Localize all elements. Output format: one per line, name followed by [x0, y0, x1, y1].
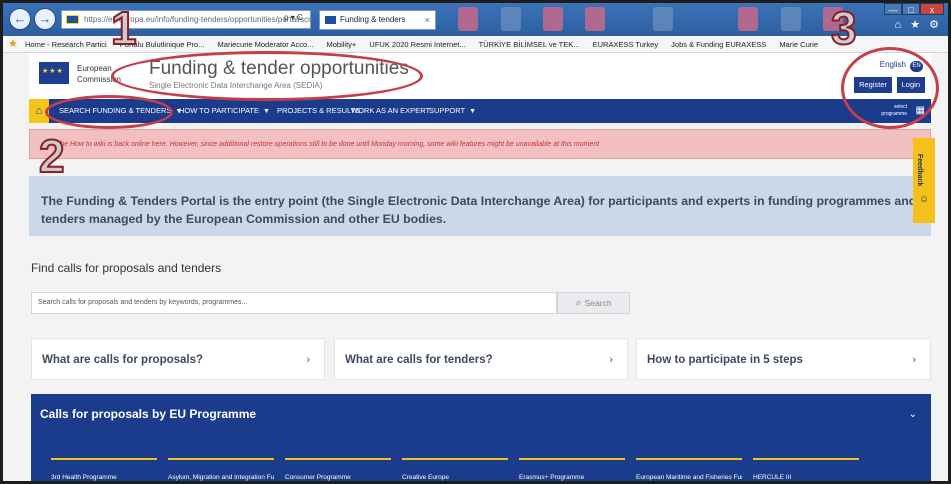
eu-flag-logo-icon[interactable] [39, 62, 69, 84]
nav-how-to-participate[interactable]: HOW TO PARTICIPATE ▼ [179, 99, 270, 124]
annotation-ring-search-nav [45, 95, 173, 129]
intro-text: The Funding & Tenders Portal is the entr… [29, 176, 931, 236]
nav-support[interactable]: SUPPORT ▼ [429, 99, 476, 124]
feedback-smiley-icon: ☺ [919, 194, 930, 205]
find-calls-heading: Find calls for proposals and tenders [31, 261, 222, 275]
nav-work-as-expert[interactable]: WORK AS AN EXPERT [351, 99, 430, 123]
programme-item[interactable]: HERCULE III [753, 458, 859, 481]
nav-label: PROJECTS & RESULTS [277, 106, 361, 115]
annotation-number-1: 1 [110, 2, 138, 54]
programmes-list: 3rd Health Programme Asylum, Migration a… [31, 435, 931, 481]
site-favicon-icon [66, 15, 79, 24]
annotation-number-3: 3 [830, 2, 858, 54]
programme-item[interactable]: Erasmus+ Programme [519, 458, 625, 481]
bookmark-item[interactable]: TÜRKİYE BİLİMSEL ve TEK... [479, 40, 580, 49]
feedback-label: Feedback [916, 154, 923, 187]
browser-tab[interactable]: Funding & tenders × [319, 10, 436, 30]
blurred-app-icon [585, 7, 605, 31]
programme-item[interactable]: Creative Europe [402, 458, 508, 481]
blurred-app-icon [738, 7, 758, 31]
programme-item[interactable]: Asylum, Migration and Integration Fund [168, 458, 274, 481]
programme-item[interactable]: 3rd Health Programme [51, 458, 157, 481]
programmes-heading: Calls for proposals by EU Programme [40, 407, 257, 421]
annotation-number-2: 2 [38, 130, 66, 182]
annotation-ring-title [111, 51, 423, 101]
bookmarks-bar: ★ Home - Research Partici Portalu Bulutl… [3, 36, 948, 53]
favorites-star-icon[interactable]: ★ [8, 36, 18, 52]
tab-favicon-icon [325, 16, 336, 24]
search-icon: ⌕ [575, 297, 582, 309]
chevron-right-icon: › [609, 354, 613, 366]
bookmark-item[interactable]: EURAXESS Turkey [593, 40, 658, 49]
address-controls[interactable]: ρ ▾ C [284, 13, 303, 22]
feedback-tab[interactable]: Feedback ☺ [913, 138, 935, 223]
bookmark-item[interactable]: UFUK 2020 Resmi Internet... [369, 40, 465, 49]
chevron-down-icon: ⌄ [908, 409, 917, 420]
card-label: What are calls for proposals? [42, 354, 204, 366]
tab-title: Funding & tenders [340, 15, 406, 24]
address-bar[interactable]: https://ec.europa.eu/info/funding-tender… [61, 10, 311, 29]
close-window-button[interactable]: x [920, 3, 944, 15]
blurred-app-icon [781, 7, 801, 31]
window-controls: — □ x [884, 3, 944, 15]
caret-down-icon: ▼ [263, 108, 270, 115]
tab-close-icon[interactable]: × [425, 11, 430, 29]
card-label: How to participate in 5 steps [647, 354, 803, 366]
card-calls-for-proposals[interactable]: What are calls for proposals? › [31, 338, 325, 380]
chevron-right-icon: › [306, 354, 310, 366]
search-button[interactable]: ⌕ Search [557, 292, 630, 314]
card-how-to-participate[interactable]: How to participate in 5 steps › [636, 338, 931, 380]
programme-item[interactable]: Consumer Programme [285, 458, 391, 481]
bookmark-item[interactable]: Jobs & Funding EURAXESS [671, 40, 766, 49]
bookmark-item[interactable]: Marie Curie [779, 40, 818, 49]
nav-label: SUPPORT [429, 106, 466, 115]
programme-item[interactable]: European Maritime and Fisheries Fund [636, 458, 742, 481]
blurred-app-icon [458, 7, 478, 31]
card-calls-for-tenders[interactable]: What are calls for tenders? › [334, 338, 628, 380]
screenshot-frame: ← → https://ec.europa.eu/info/funding-te… [0, 0, 951, 484]
nav-label: HOW TO PARTICIPATE [179, 106, 260, 115]
bookmark-item[interactable]: Mariecurie Moderator Acco... [218, 40, 314, 49]
browser-toolbar: ← → https://ec.europa.eu/info/funding-te… [3, 3, 948, 36]
blurred-app-icon [543, 7, 563, 31]
blurred-app-icon [653, 7, 673, 31]
maximize-button[interactable]: □ [902, 3, 920, 15]
card-label: What are calls for tenders? [345, 354, 493, 366]
programmes-accordion-header[interactable]: Calls for proposals by EU Programme ⌄ [31, 394, 931, 435]
chevron-right-icon: › [912, 354, 916, 366]
nav-projects-results[interactable]: PROJECTS & RESULTS [277, 99, 360, 123]
bookmark-item[interactable]: Home - Research Partici [25, 40, 107, 49]
forward-button[interactable]: → [34, 8, 56, 30]
bookmark-item[interactable]: Mobility+ [327, 40, 357, 49]
back-button[interactable]: ← [9, 8, 31, 30]
minimize-button[interactable]: — [884, 3, 902, 15]
caret-down-icon: ▼ [469, 108, 477, 115]
blurred-app-icon [501, 7, 521, 31]
search-input[interactable]: Search calls for proposals and tenders b… [31, 292, 557, 314]
annotation-ring-login [841, 47, 939, 129]
nav-label: WORK AS AN EXPERT [351, 106, 431, 115]
alert-banner: The How to wiki is back online here. How… [29, 129, 931, 159]
search-button-label: Search [584, 298, 612, 308]
browser-home-fav-settings-icons[interactable]: ⌂ ★ ⚙ [895, 18, 942, 31]
